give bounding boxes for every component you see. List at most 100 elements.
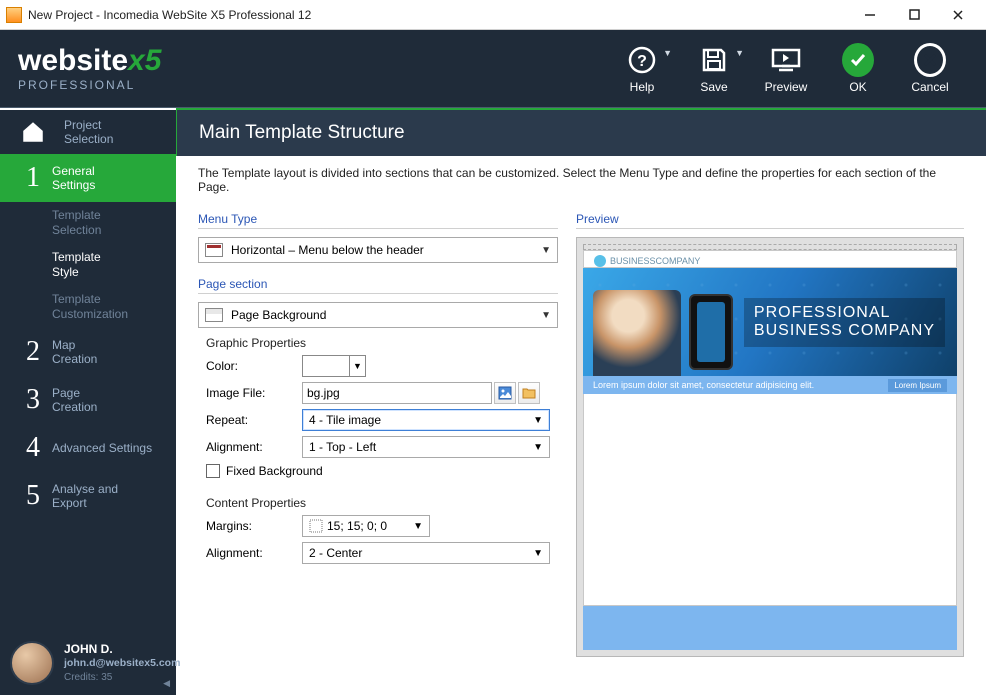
preview-button[interactable]: Preview: [750, 30, 822, 108]
repeat-select[interactable]: 4 - Tile image ▼: [302, 409, 550, 431]
chevron-down-icon: ▼: [663, 48, 672, 58]
logo-text: website: [18, 44, 128, 77]
content-alignment-select[interactable]: 2 - Center ▼: [302, 542, 550, 564]
fixed-background-checkbox[interactable]: Fixed Background: [206, 464, 558, 478]
content-alignment-label: Alignment:: [206, 546, 302, 560]
save-label: Save: [700, 80, 727, 94]
page-title: Main Template Structure: [176, 110, 986, 156]
form-column: Menu Type Horizontal – Menu below the he…: [198, 206, 576, 685]
nav-label: Map Creation: [52, 338, 166, 367]
preview-column: Preview BUSINESSCOMPANY: [576, 206, 964, 685]
nav-label: Page Creation: [52, 386, 166, 415]
minimize-button[interactable]: [848, 1, 892, 29]
nav-step-3[interactable]: 3 Page Creation: [0, 376, 176, 424]
alignment-value: 1 - Top - Left: [309, 440, 376, 454]
checkbox-icon: [206, 464, 220, 478]
cancel-button[interactable]: Cancel: [894, 30, 966, 108]
app-header: websitex5 PROFESSIONAL ? ▼ Help ▼ Save P…: [0, 30, 986, 108]
content-properties-label: Content Properties: [206, 496, 558, 510]
title-bar: New Project - Incomedia WebSite X5 Profe…: [0, 0, 986, 30]
save-button[interactable]: ▼ Save: [678, 30, 750, 108]
preview-footer: [583, 606, 957, 650]
margins-icon: [309, 519, 323, 533]
preview-label: Preview: [765, 80, 808, 94]
chevron-down-icon: ▼: [541, 245, 551, 256]
repeat-value: 4 - Tile image: [309, 413, 381, 427]
preview-section-label: Preview: [576, 212, 964, 229]
ok-button[interactable]: OK: [822, 30, 894, 108]
nav-step-4[interactable]: 4 Advanced Settings: [0, 424, 176, 472]
image-library-button[interactable]: [494, 382, 516, 404]
repeat-label: Repeat:: [206, 413, 302, 427]
nav-label: Analyse and Export: [52, 482, 166, 511]
nav-sub-template-selection[interactable]: Template Selection: [0, 202, 176, 244]
chevron-down-icon: ▼: [533, 548, 543, 559]
margins-input[interactable]: 15; 15; 0; 0 ▼: [302, 515, 430, 537]
nav-sub-template-customization[interactable]: Template Customization: [0, 286, 176, 328]
nav-step-1[interactable]: 1 General Settings: [0, 154, 176, 202]
page-description: The Template layout is divided into sect…: [176, 156, 986, 200]
page-section-select[interactable]: Page Background ▼: [198, 302, 558, 328]
app-icon: [6, 7, 22, 23]
chevron-down-icon: ▼: [541, 310, 551, 321]
logo: websitex5 PROFESSIONAL: [18, 46, 161, 92]
chevron-down-icon: ▼: [413, 521, 423, 532]
step-number: 2: [14, 336, 52, 368]
nav-label: Advanced Settings: [52, 441, 166, 455]
help-icon: ?: [626, 44, 658, 76]
nav-label: General Settings: [52, 164, 166, 193]
menu-type-select[interactable]: Horizontal – Menu below the header ▼: [198, 237, 558, 263]
step-number: 4: [14, 432, 52, 464]
nav-sub-template-style[interactable]: Template Style: [0, 244, 176, 286]
maximize-button[interactable]: [892, 1, 936, 29]
image-file-label: Image File:: [206, 386, 302, 400]
preview-icon: [770, 44, 802, 76]
save-icon: [698, 44, 730, 76]
close-button[interactable]: [936, 1, 980, 29]
step-number: 3: [14, 384, 52, 416]
help-label: Help: [630, 80, 655, 94]
svg-text:?: ?: [637, 53, 647, 70]
alignment-select[interactable]: 1 - Top - Left ▼: [302, 436, 550, 458]
color-label: Color:: [206, 359, 302, 373]
nav-step-5[interactable]: 5 Analyse and Export: [0, 472, 176, 520]
color-picker[interactable]: [302, 355, 350, 377]
preview-hero-title: PROFESSIONAL BUSINESS COMPANY: [744, 298, 945, 347]
graphic-properties-label: Graphic Properties: [206, 336, 558, 350]
content-alignment-value: 2 - Center: [309, 546, 362, 560]
image-browse-button[interactable]: [518, 382, 540, 404]
help-button[interactable]: ? ▼ Help: [606, 30, 678, 108]
nav-step-2[interactable]: 2 Map Creation: [0, 328, 176, 376]
ok-icon: [842, 44, 874, 76]
chevron-down-icon: ▼: [533, 442, 543, 453]
user-name: JOHN D.: [64, 642, 180, 658]
margins-label: Margins:: [206, 519, 302, 533]
nav-label: Project Selection: [64, 118, 166, 147]
preview-header: PROFESSIONAL BUSINESS COMPANY: [583, 268, 957, 376]
step-number: 1: [14, 162, 52, 194]
preview-logo: BUSINESSCOMPANY: [594, 255, 700, 267]
preview-phone-image: [689, 294, 733, 370]
logo-subtitle: PROFESSIONAL: [18, 78, 161, 92]
menu-type-value: Horizontal – Menu below the header: [231, 243, 424, 257]
home-icon: [20, 119, 46, 145]
menu-type-section: Menu Type: [198, 212, 558, 229]
margins-value: 15; 15; 0; 0: [327, 519, 387, 533]
preview-content-area: [583, 394, 957, 606]
preview-subheader: Lorem ipsum dolor sit amet, consectetur …: [583, 376, 957, 394]
user-box[interactable]: JOHN D. john.d@websitex5.com Credits: 35: [10, 641, 180, 685]
collapse-nav-icon[interactable]: ◀: [163, 678, 170, 689]
side-nav: Project Selection 1 General Settings Tem…: [0, 110, 176, 695]
alignment-label: Alignment:: [206, 440, 302, 454]
nav-project-selection[interactable]: Project Selection: [0, 110, 176, 154]
step-number: 5: [14, 480, 52, 512]
chevron-down-icon: ▼: [533, 415, 543, 426]
color-dropdown[interactable]: ▼: [350, 355, 366, 377]
cancel-label: Cancel: [911, 80, 948, 94]
ok-label: OK: [849, 80, 866, 94]
preview-person-image: [593, 290, 681, 376]
image-file-input[interactable]: [302, 382, 492, 404]
user-email: john.d@websitex5.com: [64, 657, 180, 671]
window-title: New Project - Incomedia WebSite X5 Profe…: [28, 8, 848, 22]
page-section-label: Page section: [198, 277, 558, 294]
